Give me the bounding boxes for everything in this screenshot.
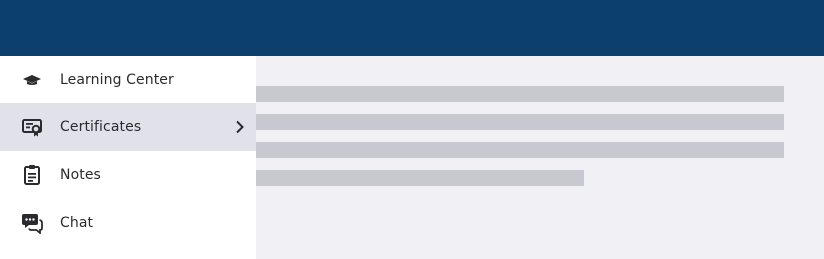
top-app-bar [0,0,824,56]
menu-item-label: Certificates [60,119,142,135]
content-panel [256,56,824,259]
chat-bubbles-icon [21,212,43,234]
menu-item-certificates[interactable]: Certificates [0,103,256,151]
loading-placeholder-line [256,170,584,186]
graduation-cap-icon [21,69,43,91]
clipboard-notes-icon [21,164,43,186]
loading-placeholder-line [256,86,784,102]
chevron-right-icon [232,119,248,135]
menu-item-label: Notes [60,167,101,183]
menu-item-chat[interactable]: Chat [0,199,256,247]
loading-placeholder-line [256,114,784,130]
menu-item-label: Learning Center [60,72,174,88]
menu-item-learning-center[interactable]: Learning Center [0,56,256,104]
loading-placeholder-line [256,142,784,158]
navigation-menu: Learning Center Certificates Notes Chat [0,56,256,259]
menu-item-label: Chat [60,215,94,231]
certificate-icon [21,116,43,138]
menu-item-notes[interactable]: Notes [0,151,256,199]
